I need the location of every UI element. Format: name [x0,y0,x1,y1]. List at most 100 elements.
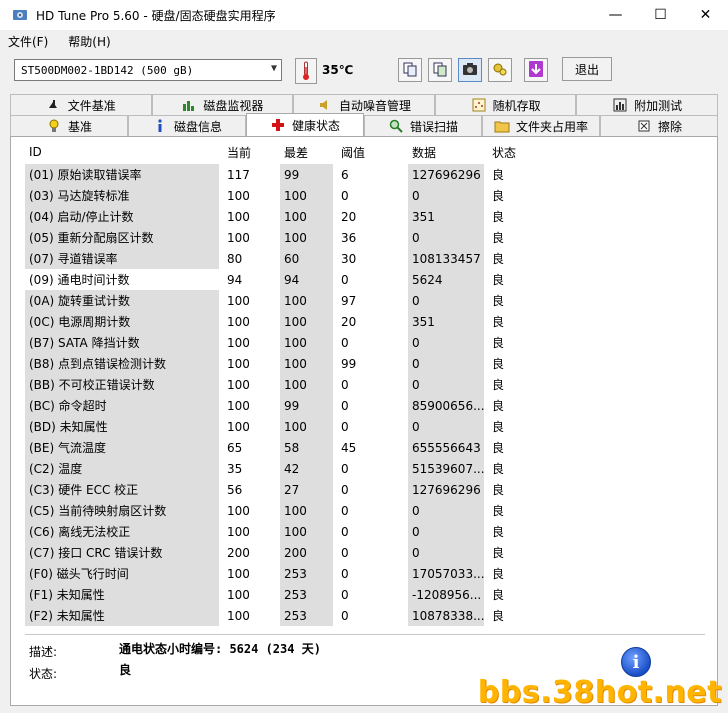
row-threshold: 0 [341,335,349,350]
folder-icon [494,118,510,134]
menu-help[interactable]: 帮助(H) [68,33,110,50]
header-current[interactable]: 当前 [223,140,276,164]
tab-label: 随机存取 [492,98,541,113]
row-status: 良 [492,441,505,455]
row-id: (C3) 硬件 ECC 校正 [25,479,219,500]
tab-file-benchmark[interactable]: 文件基准 [10,94,152,115]
table-row[interactable]: (B8) 点到点错误检测计数 100 100 99 0 良 [25,353,695,374]
row-threshold: 0 [341,272,349,287]
table-row[interactable]: (09) 通电时间计数 94 94 0 5624 良 [25,269,695,290]
row-status: 良 [492,168,505,182]
header-worst[interactable]: 最差 [280,140,333,164]
tab-erase[interactable]: 擦除 [600,115,718,136]
table-row[interactable]: (B7) SATA 降挡计数 100 100 0 0 良 [25,332,695,353]
screenshot-button[interactable] [458,58,482,82]
header-threshold[interactable]: 阈值 [337,140,404,164]
row-status: 良 [492,609,505,623]
row-id: (C5) 当前待映射扇区计数 [25,500,219,521]
info-button[interactable]: i [621,647,651,677]
menu-file[interactable]: 文件(F) [8,33,48,50]
tab-error-scan[interactable]: 错误扫描 [364,115,482,136]
maximize-button[interactable]: ☐ [638,0,683,30]
table-row[interactable]: (F2) 未知属性 100 253 0 10878338... 良 [25,605,695,626]
row-id: (BC) 命令超时 [25,395,219,416]
row-current: 94 [227,272,243,287]
tab-health[interactable]: 健康状态 [246,113,364,136]
table-row[interactable]: (0C) 电源周期计数 100 100 20 351 良 [25,311,695,332]
table-row[interactable]: (03) 马达旋转标准 100 100 0 0 良 [25,185,695,206]
menu-bar: 文件(F) 帮助(H) [0,30,728,52]
smart-table[interactable]: ID 当前 最差 阈值 数据 状态 (01) 原始读取错误率 117 99 6 1276… [25,140,695,626]
tab-folder-usage[interactable]: 文件夹占用率 [482,115,600,136]
row-worst: 42 [280,458,333,479]
tab-row-2: 基准 磁盘信息 健康状态 错误扫描 文件夹占用率 擦除 [10,113,718,136]
row-data: 351 [408,206,484,227]
save-button[interactable] [524,58,548,82]
table-row[interactable]: (07) 寻道错误率 80 60 30 108133457 良 [25,248,695,269]
header-data[interactable]: 数据 [408,140,484,164]
table-row[interactable]: (F1) 未知属性 100 253 0 -1208956... 良 [25,584,695,605]
row-status: 良 [492,483,505,497]
tab-label: 基准 [67,119,92,134]
row-threshold: 0 [341,377,349,392]
table-row[interactable]: (C5) 当前待映射扇区计数 100 100 0 0 良 [25,500,695,521]
row-worst: 100 [280,416,333,437]
row-threshold: 30 [341,251,357,266]
row-status: 良 [492,462,505,476]
row-current: 200 [227,545,250,560]
chevron-down-icon: ▼ [270,63,277,74]
table-row[interactable]: (BC) 命令超时 100 99 0 85900656... 良 [25,395,695,416]
row-data: 0 [408,542,484,563]
tab-benchmark[interactable]: 基准 [10,115,128,136]
tab-random-access[interactable]: 随机存取 [434,94,577,115]
close-button[interactable]: ✕ [683,0,728,30]
table-row[interactable]: (04) 启动/停止计数 100 100 20 351 良 [25,206,695,227]
row-data: 5624 [408,269,484,290]
row-id: (C2) 温度 [25,458,219,479]
table-row[interactable]: (0A) 旋转重试计数 100 100 97 0 良 [25,290,695,311]
tab-aam[interactable]: 自动噪音管理 [293,94,435,115]
row-worst: 253 [280,584,333,605]
row-current: 117 [227,167,250,182]
row-id: (F1) 未知属性 [25,584,219,605]
table-row[interactable]: (BD) 未知属性 100 100 0 0 良 [25,416,695,437]
drive-select[interactable]: ST500DM002-1BD142 (500 gB) ▼ [14,59,282,81]
row-status: 良 [492,546,505,560]
table-row[interactable]: (F0) 磁头飞行时间 100 253 0 17057033... 良 [25,563,695,584]
header-id[interactable]: ID [25,140,219,164]
table-row[interactable]: (C2) 温度 35 42 0 51539607... 良 [25,458,695,479]
row-threshold: 0 [341,587,349,602]
scatter-icon [471,97,487,113]
table-row[interactable]: (C6) 离线无法校正 100 100 0 0 良 [25,521,695,542]
row-worst: 100 [280,353,333,374]
row-data: 0 [408,374,484,395]
table-row[interactable]: (BE) 气流温度 65 58 45 655556643 良 [25,437,695,458]
copy-screenshot-button[interactable] [428,58,452,82]
row-worst: 100 [280,185,333,206]
table-row[interactable]: (BB) 不可校正错误计数 100 100 0 0 良 [25,374,695,395]
row-threshold: 0 [341,482,349,497]
copy-text-button[interactable] [398,58,422,82]
table-row[interactable]: (C3) 硬件 ECC 校正 56 27 0 127696296 良 [25,479,695,500]
tab-label: 错误扫描 [409,119,458,134]
row-threshold: 6 [341,167,349,182]
row-threshold: 45 [341,440,357,455]
minimize-button[interactable]: — [593,0,638,30]
tab-disk-info[interactable]: 磁盘信息 [128,115,246,136]
options-button[interactable] [488,58,512,82]
download-icon [528,60,544,81]
row-worst: 100 [280,500,333,521]
file-benchmark-icon [46,97,62,113]
exit-button[interactable]: 退出 [562,57,612,81]
tab-extra-tests[interactable]: 附加测试 [576,94,718,115]
table-row[interactable]: (01) 原始读取错误率 117 99 6 127696296 良 [25,164,695,185]
tab-disk-monitor[interactable]: 磁盘监视器 [151,94,294,115]
table-row[interactable]: (C7) 接口 CRC 错误计数 200 200 0 0 良 [25,542,695,563]
header-status[interactable]: 状态 [488,140,548,164]
row-id: (B7) SATA 降挡计数 [25,332,219,353]
row-data: 0 [408,416,484,437]
table-row[interactable]: (05) 重新分配扇区计数 100 100 36 0 良 [25,227,695,248]
row-id: (04) 启动/停止计数 [25,206,219,227]
row-data: 127696296 [408,164,484,185]
row-threshold: 0 [341,503,349,518]
